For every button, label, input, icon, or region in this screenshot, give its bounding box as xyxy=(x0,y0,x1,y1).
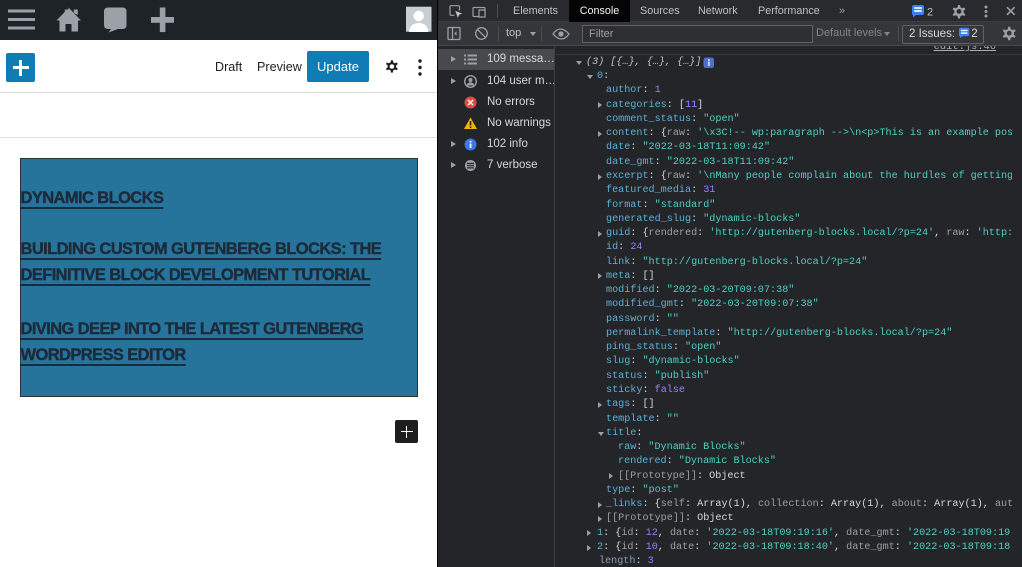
svg-text:2: 2 xyxy=(927,7,933,19)
